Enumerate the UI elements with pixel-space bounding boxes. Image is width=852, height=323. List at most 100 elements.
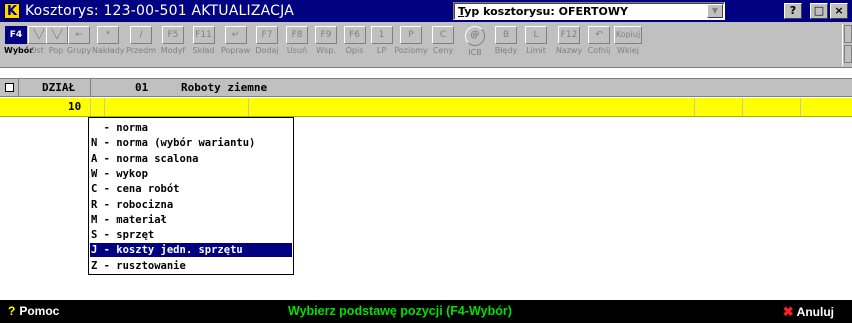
section-number: 01 xyxy=(135,81,149,94)
question-icon: ? xyxy=(8,304,16,318)
current-position-row[interactable]: 10 xyxy=(0,98,852,117)
position-basis-option[interactable]: W - wykop xyxy=(90,167,292,181)
toolbar-button-pop[interactable]: ╲╱ Pop xyxy=(46,26,68,66)
copy-paste-icon: Kopiuj xyxy=(614,26,642,44)
toolbar-label: Wybór xyxy=(4,46,34,55)
toolbar-button-grupy[interactable]: ← Grupy xyxy=(66,26,92,66)
toolbar-button-cofnij[interactable]: ↶ Cofnij xyxy=(586,26,612,66)
toolbar-button-błędy[interactable]: B Błędy xyxy=(492,26,520,66)
status-hint: Wybierz podstawę pozycji (F4-Wybór) xyxy=(288,304,512,318)
toolbar-button-opis[interactable]: F6 Opis xyxy=(340,26,369,66)
toolbar-button-limit[interactable]: L Limit xyxy=(520,26,552,66)
estimate-type-select[interactable]: Typ kosztorysu: OFERTOWY ▼ xyxy=(453,2,725,20)
cancel-label: Anuluj xyxy=(796,305,834,319)
section-name: Roboty ziemne xyxy=(181,81,268,94)
undo-icon: ↶ xyxy=(588,26,610,44)
position-basis-option[interactable]: Z - rusztowanie xyxy=(90,259,292,273)
toolbar-label: Nazwy xyxy=(555,46,583,55)
section-label: DZIAŁ xyxy=(42,81,76,94)
icb-icon: @ xyxy=(465,26,485,46)
f9-key-icon: F9 xyxy=(315,26,337,44)
toolbar-label: LP xyxy=(376,46,387,55)
toolbar-label: Grupy xyxy=(66,46,92,55)
toolbar-button-usuń[interactable]: F8 Usuń xyxy=(282,26,312,66)
p-key-icon: P xyxy=(400,26,422,44)
help-label: Pomoc xyxy=(19,304,60,318)
toolbar-label: Cofnij xyxy=(587,46,611,55)
toolbar-button-wsp-[interactable]: F9 Wsp. xyxy=(312,26,340,66)
position-basis-option[interactable]: N - norma (wybór wariantu) xyxy=(90,136,292,150)
c-key-icon: C xyxy=(432,26,454,44)
f11-key-icon: F11 xyxy=(192,26,215,44)
toolbar-label: Wklej xyxy=(617,46,639,55)
toolbar-button-poziomy[interactable]: P Poziomy xyxy=(394,26,428,66)
toolbar-button-lp[interactable]: 1 LP xyxy=(369,26,394,66)
row-select-checkbox[interactable] xyxy=(5,83,14,92)
help-window-button[interactable]: ? xyxy=(784,3,802,19)
toolbar-button-wybór[interactable]: F4 Wybór xyxy=(4,26,34,66)
toolbar-button-ost[interactable]: ╲╱ Ost xyxy=(28,26,50,66)
toolbar-label: Poziomy xyxy=(394,46,428,55)
b-key-icon: B xyxy=(495,26,517,44)
toolbar-button-wklej[interactable]: Kopiuj Wklej xyxy=(612,26,644,66)
toolbar-label: Usuń xyxy=(286,46,308,55)
toolbar-label: Ost xyxy=(30,46,44,55)
one-key-icon: 1 xyxy=(370,26,393,44)
f4-key-icon: F4 xyxy=(5,26,27,44)
position-basis-option[interactable]: S - sprzęt xyxy=(90,228,292,242)
position-basis-option[interactable]: A - norma scalona xyxy=(90,152,292,166)
app-logo-icon: K xyxy=(4,3,20,19)
position-basis-option[interactable]: C - cena robót xyxy=(90,182,292,196)
l-key-icon: L xyxy=(525,26,547,44)
toolbar-button-skład[interactable]: F11 Skład xyxy=(188,26,219,66)
toolbar-button-ceny[interactable]: C Ceny xyxy=(428,26,458,66)
position-number: 10 xyxy=(68,100,82,113)
toolbar-button-icb[interactable]: @ ICB xyxy=(458,26,492,66)
toolbar-label: Dodaj xyxy=(255,46,279,55)
toolbar-label: Limit xyxy=(526,46,546,55)
section-header-row[interactable]: DZIAŁ 01 Roboty ziemne xyxy=(0,78,852,97)
position-basis-list[interactable]: - norma N - norma (wybór wariantu) A - nor… xyxy=(88,117,294,275)
toolbar-button-modyf[interactable]: F5 Modyf xyxy=(158,26,188,66)
close-window-button[interactable]: × xyxy=(830,3,848,19)
toolbar-label: Przedm xyxy=(126,46,156,55)
toolbar-scroll[interactable] xyxy=(842,24,852,66)
window-controls: ? □ × xyxy=(784,3,848,19)
status-bar: ? Pomoc Wybierz podstawę pozycji (F4-Wybó… xyxy=(0,300,852,323)
triangle-down-icon: ╲╱ xyxy=(46,26,68,44)
toolbar-label: Ceny xyxy=(432,46,454,55)
f5-key-icon: F5 xyxy=(162,26,184,44)
window-title: Kosztorys: 123-00-501 AKTUALIZACJA xyxy=(25,3,294,19)
toolbar: F4 Wybór ╲╱ Ost ╲╱ Pop ← Grupy * Nakłady / Przedm F5… xyxy=(0,22,852,68)
toolbar-label: Modyf xyxy=(160,46,186,55)
estimate-type-value: yp kosztorysu: OFERTOWY xyxy=(464,5,628,18)
f7-key-icon: F7 xyxy=(256,26,278,44)
toolbar-label: Popraw xyxy=(220,46,251,55)
enter-icon: ↵ xyxy=(224,26,247,44)
maximize-window-button[interactable]: □ xyxy=(810,3,828,19)
position-basis-option[interactable]: J - koszty jedn. sprzętu xyxy=(90,243,292,258)
toolbar-label: Skład xyxy=(192,46,215,55)
cancel-x-icon: ✖ xyxy=(782,304,794,319)
f8-key-icon: F8 xyxy=(286,26,308,44)
chevron-down-icon[interactable]: ▼ xyxy=(707,4,723,18)
f6-key-icon: F6 xyxy=(343,26,366,44)
toolbar-button-przedm[interactable]: / Przedm xyxy=(124,26,158,66)
title-bar: K Kosztorys: 123-00-501 AKTUALIZACJA Typ… xyxy=(0,0,852,22)
toolbar-label: Pop xyxy=(48,46,64,55)
toolbar-button-popraw[interactable]: ↵ Popraw xyxy=(219,26,252,66)
toolbar-label: Wsp. xyxy=(316,46,336,55)
asterisk-icon: * xyxy=(97,26,119,44)
toolbar-button-nakłady[interactable]: * Nakłady xyxy=(92,26,125,66)
position-basis-option[interactable]: R - robocizna xyxy=(90,198,292,212)
position-basis-option[interactable]: M - materiał xyxy=(90,213,292,227)
cancel-button[interactable]: ✖ Anuluj xyxy=(783,300,834,323)
help-button[interactable]: ? Pomoc xyxy=(8,300,59,323)
position-basis-option[interactable]: - norma xyxy=(90,121,292,135)
toolbar-label: Opis xyxy=(345,46,364,55)
toolbar-button-nazwy[interactable]: F12 Nazwy xyxy=(552,26,586,66)
arrow-left-icon: ← xyxy=(68,26,90,44)
f12-key-icon: F12 xyxy=(558,26,580,44)
toolbar-button-dodaj[interactable]: F7 Dodaj xyxy=(252,26,282,66)
toolbar-label: Błędy xyxy=(494,46,518,55)
